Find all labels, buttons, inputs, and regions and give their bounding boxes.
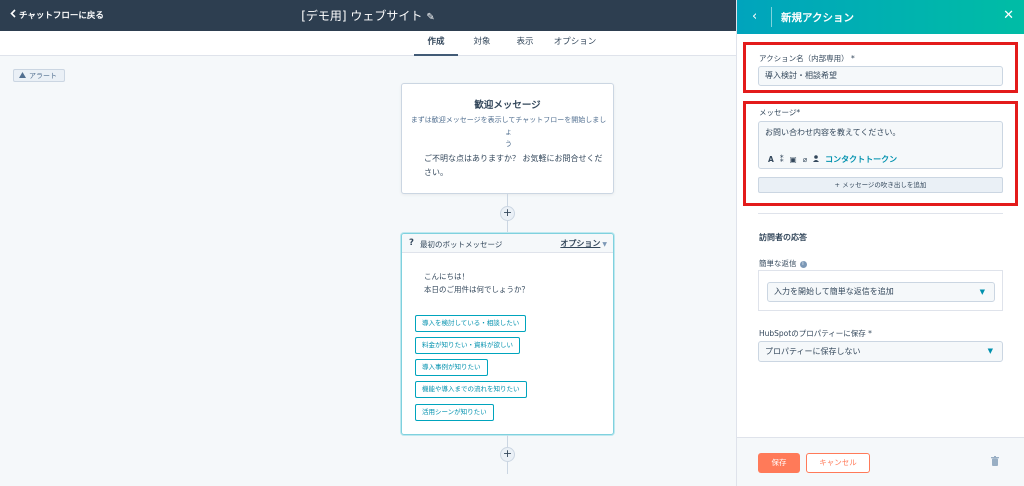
cancel-button[interactable]: キャンセル: [806, 453, 870, 473]
tab-target[interactable]: 対象: [458, 31, 506, 56]
tabs: 作成 対象 表示 オプション: [414, 31, 606, 56]
caret-down-icon: ▼: [987, 347, 993, 355]
welcome-subtitle-line-1: まずは歓迎メッセージを表示してチャットフローを開始しましょ: [410, 116, 607, 136]
bot-options-menu[interactable]: オプション ▼: [560, 238, 607, 249]
quick-reply-label: 簡単な返信 i: [759, 258, 807, 269]
bot-card-title: 最初のボットメッセージ: [420, 240, 503, 249]
header-divider: [771, 7, 772, 27]
tab-create[interactable]: 作成: [414, 31, 458, 56]
visitor-response-heading: 訪問者の応答: [759, 233, 807, 242]
bot-card-header: ? 最初のボットメッセージ オプション ▼: [402, 234, 613, 253]
save-button[interactable]: 保存: [758, 453, 800, 473]
divider: [758, 213, 1003, 214]
save-property-label: HubSpotのプロパティーに保存 *: [759, 328, 872, 339]
info-icon[interactable]: i: [799, 261, 807, 268]
panel-footer: 保存 キャンセル: [737, 437, 1024, 486]
connector-line: [507, 221, 508, 233]
panel-header: ‹ 新規アクション ✕: [737, 0, 1024, 34]
quick-reply-placeholder: 入力を開始して簡単な返信を追加: [774, 287, 894, 296]
bot-message-card[interactable]: ? 最初のボットメッセージ オプション ▼ こんにちは！ 本日のご用件は何でしょう…: [401, 233, 614, 435]
connector-line: [507, 435, 508, 447]
quick-reply-select[interactable]: 入力を開始して簡単な返信を追加 ▼: [767, 282, 995, 302]
quick-reply-button[interactable]: 料金が知りたい・資料が欲しい: [415, 337, 520, 354]
caret-down-icon: ▼: [979, 288, 985, 296]
connector-line: [507, 462, 508, 474]
welcome-subtitle-line-2: う: [505, 140, 512, 148]
highlight-box: [743, 42, 1018, 93]
question-icon: ?: [409, 238, 414, 248]
close-icon[interactable]: ✕: [1003, 8, 1014, 23]
alert-badge[interactable]: アラート: [13, 69, 65, 82]
bot-line-1: こんにちは！: [424, 272, 469, 281]
connector-line: [507, 194, 508, 206]
pencil-icon[interactable]: ✎: [426, 12, 434, 23]
highlight-box: [743, 101, 1018, 206]
required-mark: *: [868, 329, 872, 338]
quick-reply-button[interactable]: 機能や導入までの流れを知りたい: [415, 381, 527, 398]
bot-options-label: オプション: [560, 239, 601, 248]
save-property-select[interactable]: プロパティーに保存しない ▼: [758, 341, 1003, 362]
save-property-label-text: HubSpotのプロパティーに保存: [759, 329, 866, 338]
welcome-message-card[interactable]: 歓迎メッセージ まずは歓迎メッセージを表示してチャットフローを開始しましょ う …: [401, 83, 614, 194]
quick-reply-button[interactable]: 導入を検討している・相談したい: [415, 315, 527, 332]
top-bar: チャットフローに戻る [デモ用] ウェブサイト ✎: [0, 0, 736, 31]
quick-reply-container: 入力を開始して簡単な返信を追加 ▼: [758, 270, 1003, 311]
trash-icon[interactable]: [991, 456, 999, 466]
new-action-panel: ‹ 新規アクション ✕ アクション名（内部専用） * 導入検討・相談希望 メッセ…: [736, 0, 1024, 486]
caret-down-icon: ▼: [602, 241, 607, 248]
tab-display[interactable]: 表示: [506, 31, 544, 56]
chatflow-title-text: [デモ用] ウェブサイト: [301, 9, 423, 23]
save-property-value: プロパティーに保存しない: [765, 347, 861, 356]
alert-label: アラート: [29, 71, 57, 80]
chatflow-title[interactable]: [デモ用] ウェブサイト ✎: [0, 7, 736, 24]
chevron-left-icon[interactable]: ‹: [752, 9, 757, 24]
bot-message-text: こんにちは！ 本日のご用件は何でしょうか？: [424, 270, 529, 296]
quick-reply-label-text: 簡単な返信: [759, 259, 797, 268]
welcome-subtitle: まずは歓迎メッセージを表示してチャットフローを開始しましょ う: [410, 114, 607, 150]
tab-options[interactable]: オプション: [544, 31, 606, 56]
warning-icon: [19, 71, 26, 80]
panel-title: 新規アクション: [781, 12, 854, 24]
welcome-title: 歓迎メッセージ: [474, 100, 541, 111]
welcome-body: ご不明な点はありますか？ お気軽にお問合せください。: [424, 154, 603, 177]
add-step-button[interactable]: +: [500, 447, 515, 462]
bot-line-2: 本日のご用件は何でしょうか？: [424, 285, 529, 294]
tabs-bar: 作成 対象 表示 オプション: [0, 31, 736, 56]
quick-reply-button[interactable]: 導入事例が知りたい: [415, 359, 488, 376]
quick-reply-button[interactable]: 活用シーンが知りたい: [415, 404, 494, 421]
add-step-button[interactable]: +: [500, 206, 515, 221]
